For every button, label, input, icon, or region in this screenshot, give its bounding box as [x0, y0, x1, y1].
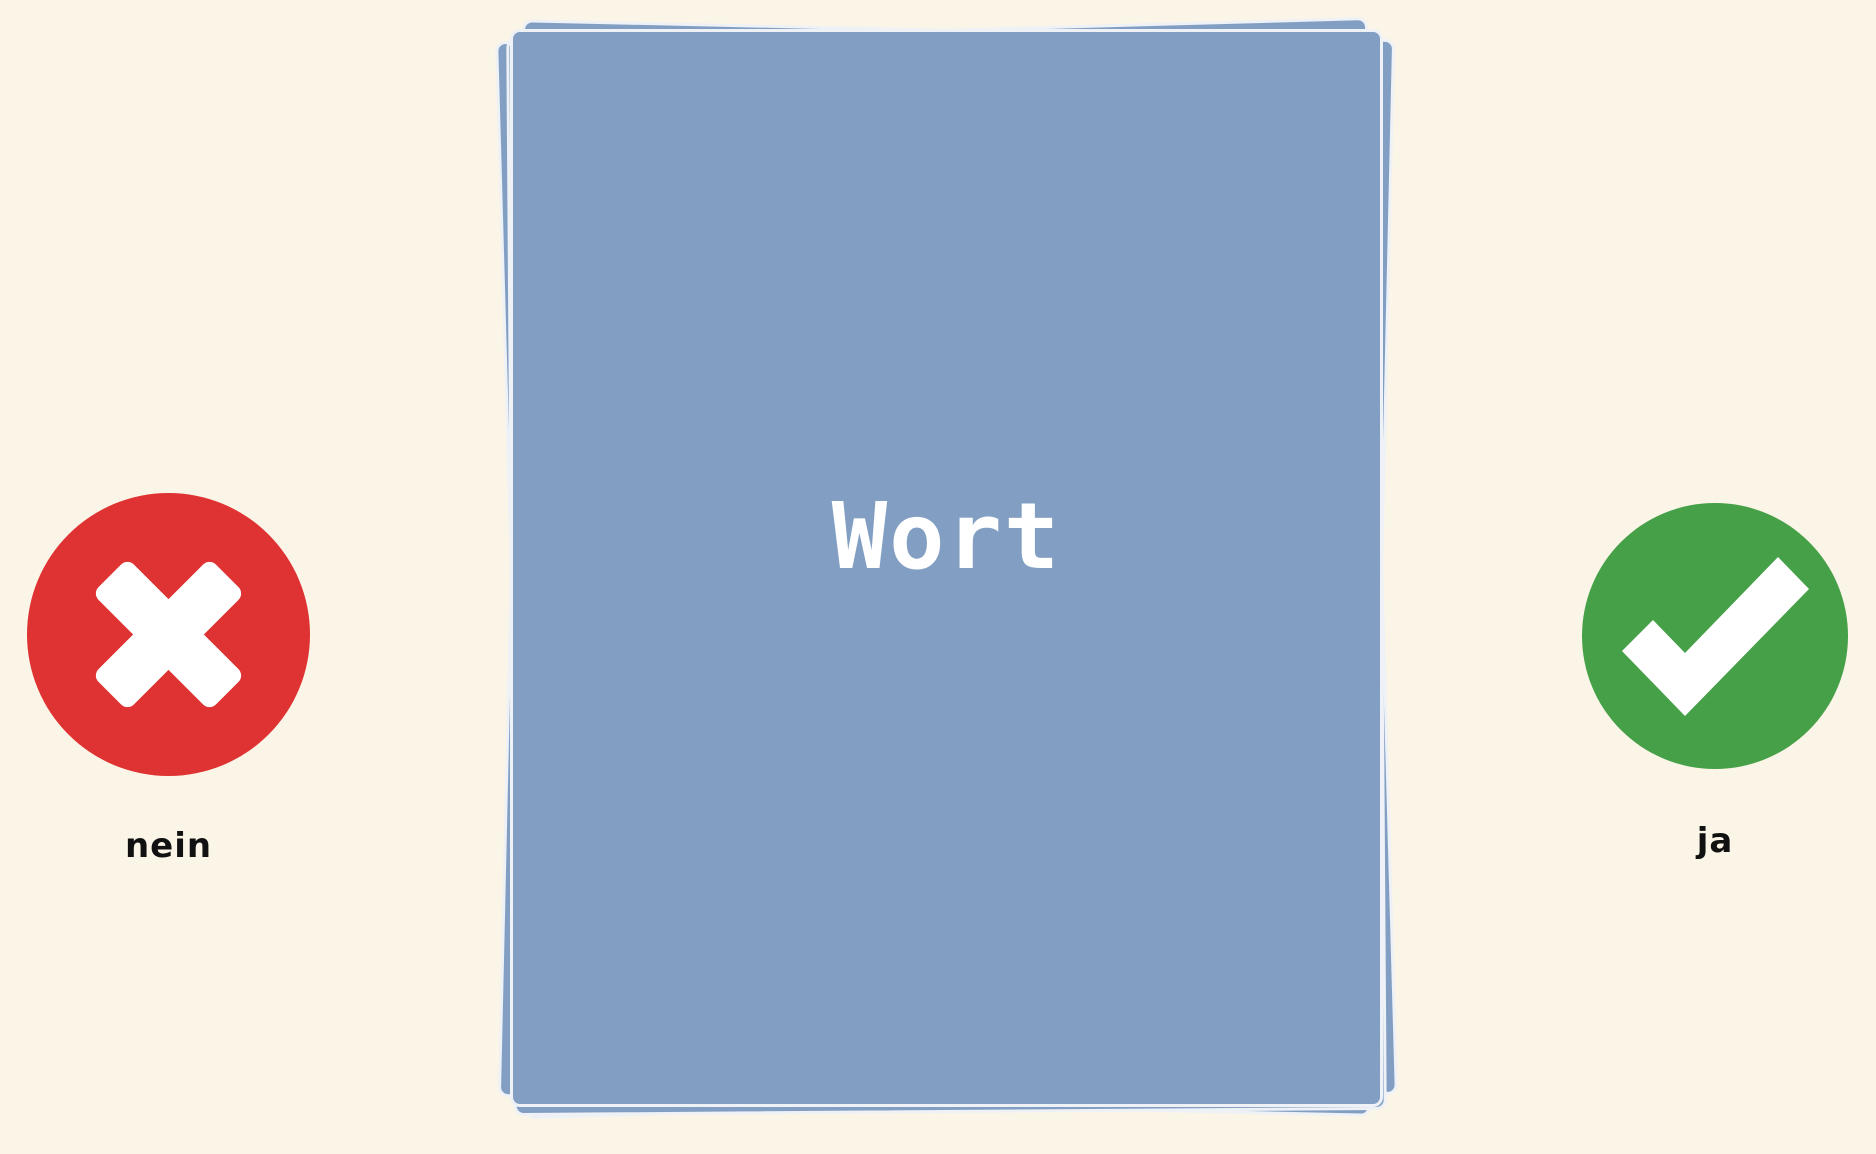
no-button[interactable]: nein: [27, 493, 310, 866]
game-stage: Wort nein ja: [0, 0, 1876, 1154]
no-label: nein: [124, 826, 213, 866]
yes-label: ja: [1696, 821, 1734, 861]
checkmark-icon: [1582, 503, 1848, 769]
card-word: Wort: [831, 482, 1062, 590]
word-card[interactable]: Wort: [510, 29, 1383, 1107]
yes-button[interactable]: ja: [1582, 503, 1848, 861]
cross-icon: [27, 493, 310, 776]
